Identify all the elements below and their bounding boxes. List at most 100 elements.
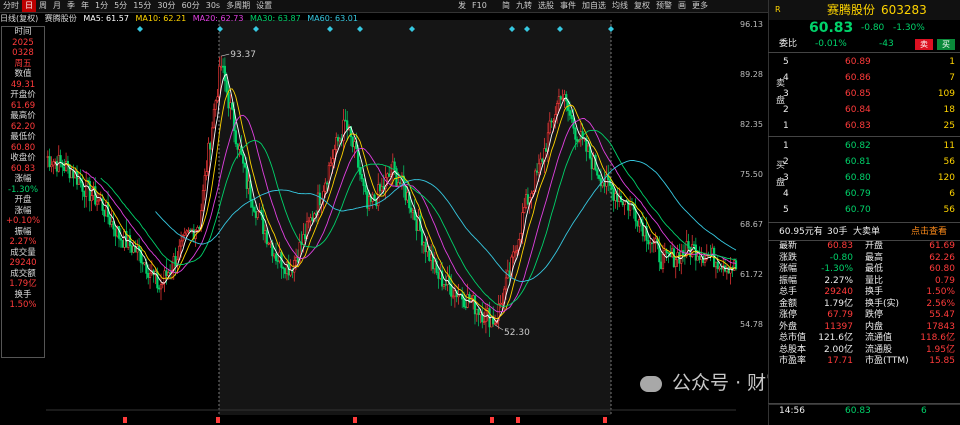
candle-body bbox=[198, 227, 201, 229]
info-label: 开盘 bbox=[14, 195, 32, 205]
candle-body bbox=[132, 245, 135, 253]
period-tab[interactable]: 60分 bbox=[179, 0, 203, 12]
toolbar-button[interactable]: F10 bbox=[469, 0, 490, 12]
bottom-marker[interactable] bbox=[603, 417, 607, 423]
candle-body bbox=[70, 169, 73, 179]
toolbar-button[interactable]: 发 bbox=[455, 0, 469, 12]
stat-label: 换手(实) bbox=[865, 298, 900, 309]
period-tab[interactable]: 5分 bbox=[111, 0, 130, 12]
bid-row[interactable]: 3 60.80 120 bbox=[769, 172, 960, 185]
bid-row[interactable]: 4 60.79 6 bbox=[769, 188, 960, 201]
ask-row[interactable]: 1 60.83 25 bbox=[769, 120, 960, 133]
period-tab[interactable]: 分时 bbox=[0, 0, 22, 12]
period-tab[interactable]: 年 bbox=[78, 0, 92, 12]
tick-volume: 6 bbox=[921, 406, 927, 416]
sell-button[interactable]: 卖 bbox=[915, 39, 933, 50]
candle-body bbox=[378, 184, 382, 192]
stat-value: 1.95亿 bbox=[925, 344, 955, 355]
candle-body bbox=[252, 207, 256, 212]
buy-button[interactable]: 买 bbox=[937, 39, 955, 50]
candle-body bbox=[141, 262, 144, 265]
candle-body bbox=[694, 244, 697, 261]
low-annotation: 52.30 bbox=[504, 328, 530, 338]
candle-body bbox=[263, 230, 267, 235]
stat-label: 振幅 bbox=[779, 275, 798, 286]
candle-body bbox=[59, 155, 62, 163]
candle-body bbox=[333, 149, 336, 159]
candle-body bbox=[127, 235, 130, 248]
toolbar-button[interactable]: 九转 bbox=[513, 0, 535, 12]
toolbar-button[interactable]: 预警 bbox=[653, 0, 675, 12]
ask-row[interactable]: 5 60.89 1 bbox=[769, 56, 960, 69]
toolbar-button[interactable]: 事件 bbox=[557, 0, 579, 12]
candle-body bbox=[223, 65, 226, 82]
candle-body bbox=[265, 230, 268, 245]
candle-body bbox=[251, 199, 254, 208]
candle-body bbox=[216, 96, 219, 102]
price-tick: 89.28 bbox=[740, 70, 763, 79]
period-tab[interactable]: 15分 bbox=[130, 0, 154, 12]
period-tab[interactable]: 30分 bbox=[154, 0, 178, 12]
info-value: 60.80 bbox=[10, 142, 36, 153]
period-tab[interactable]: 设置 bbox=[253, 0, 275, 12]
bottom-marker[interactable] bbox=[123, 417, 127, 423]
stat-value: 17.71 bbox=[827, 356, 853, 366]
candle-body bbox=[674, 259, 677, 267]
stat-label: 开盘 bbox=[865, 241, 884, 251]
candle-body bbox=[661, 254, 665, 269]
candle-body bbox=[409, 207, 413, 213]
candle-body bbox=[324, 182, 327, 192]
candle-body bbox=[442, 284, 446, 287]
kline-chart-area[interactable]: 93.37 52.30 分时日周月季年 1分 5分 15分 30分 60分 30s 多周期 设置 发… bbox=[0, 0, 842, 425]
bid-row[interactable]: 2 60.81 56 bbox=[769, 156, 960, 169]
period-tab[interactable]: 1分 bbox=[92, 0, 111, 12]
candle-body bbox=[523, 207, 526, 213]
candle-body bbox=[535, 170, 539, 173]
candle-body bbox=[490, 317, 493, 328]
bottom-marker[interactable] bbox=[516, 417, 520, 423]
candle-body bbox=[360, 174, 363, 180]
candle-body bbox=[680, 250, 683, 264]
period-tab[interactable]: 月 bbox=[50, 0, 64, 12]
period-tab[interactable]: 季 bbox=[64, 0, 78, 12]
candle-body bbox=[294, 257, 298, 261]
ask-row[interactable]: 4 60.86 7 bbox=[769, 72, 960, 85]
bottom-marker[interactable] bbox=[353, 417, 357, 423]
toolbar-button[interactable]: 简 bbox=[499, 0, 513, 12]
candle-body bbox=[353, 141, 356, 148]
bid-row[interactable]: 1 60.82 11 bbox=[769, 140, 960, 153]
toolbar-button[interactable]: 更多 bbox=[689, 0, 711, 12]
bottom-marker[interactable] bbox=[216, 417, 220, 423]
bid-row[interactable]: 5 60.70 56 bbox=[769, 204, 960, 217]
period-tab[interactable]: 周 bbox=[36, 0, 50, 12]
ma30-label: MA30: 63.87 bbox=[250, 14, 301, 23]
period-tab[interactable]: 多周期 bbox=[223, 0, 253, 12]
candle-body bbox=[524, 194, 528, 208]
candle-body bbox=[147, 273, 150, 278]
toolbar-button[interactable]: 加自选 bbox=[579, 0, 609, 12]
candle-body bbox=[48, 156, 51, 168]
period-tab[interactable]: 30s bbox=[203, 0, 223, 12]
toolbar-button[interactable]: 选股 bbox=[535, 0, 557, 12]
candle-body bbox=[406, 192, 409, 201]
event-marker[interactable] bbox=[137, 26, 143, 32]
stat-label: 量比 bbox=[865, 275, 884, 286]
candle-body bbox=[307, 220, 310, 223]
candle-body bbox=[462, 298, 466, 308]
candle-body bbox=[716, 261, 719, 269]
candle-body bbox=[550, 120, 553, 123]
bottom-marker[interactable] bbox=[490, 417, 494, 423]
candle-body bbox=[243, 162, 247, 168]
candle-body bbox=[453, 290, 456, 297]
ask-row[interactable]: 2 60.84 18 bbox=[769, 104, 960, 117]
big-order-link[interactable]: 点击查看 bbox=[911, 226, 947, 239]
ask-row[interactable]: 3 60.85 109 bbox=[769, 88, 960, 101]
candle-body bbox=[526, 194, 530, 205]
candle-body bbox=[309, 217, 312, 222]
toolbar-button[interactable]: 均线 bbox=[609, 0, 631, 12]
kline-chart[interactable]: 93.37 52.30 bbox=[0, 0, 768, 425]
stat-value: 55.47 bbox=[929, 310, 955, 320]
period-tab[interactable]: 日 bbox=[22, 0, 36, 12]
toolbar-button[interactable]: 画 bbox=[675, 0, 689, 12]
toolbar-button[interactable]: 复权 bbox=[631, 0, 653, 12]
